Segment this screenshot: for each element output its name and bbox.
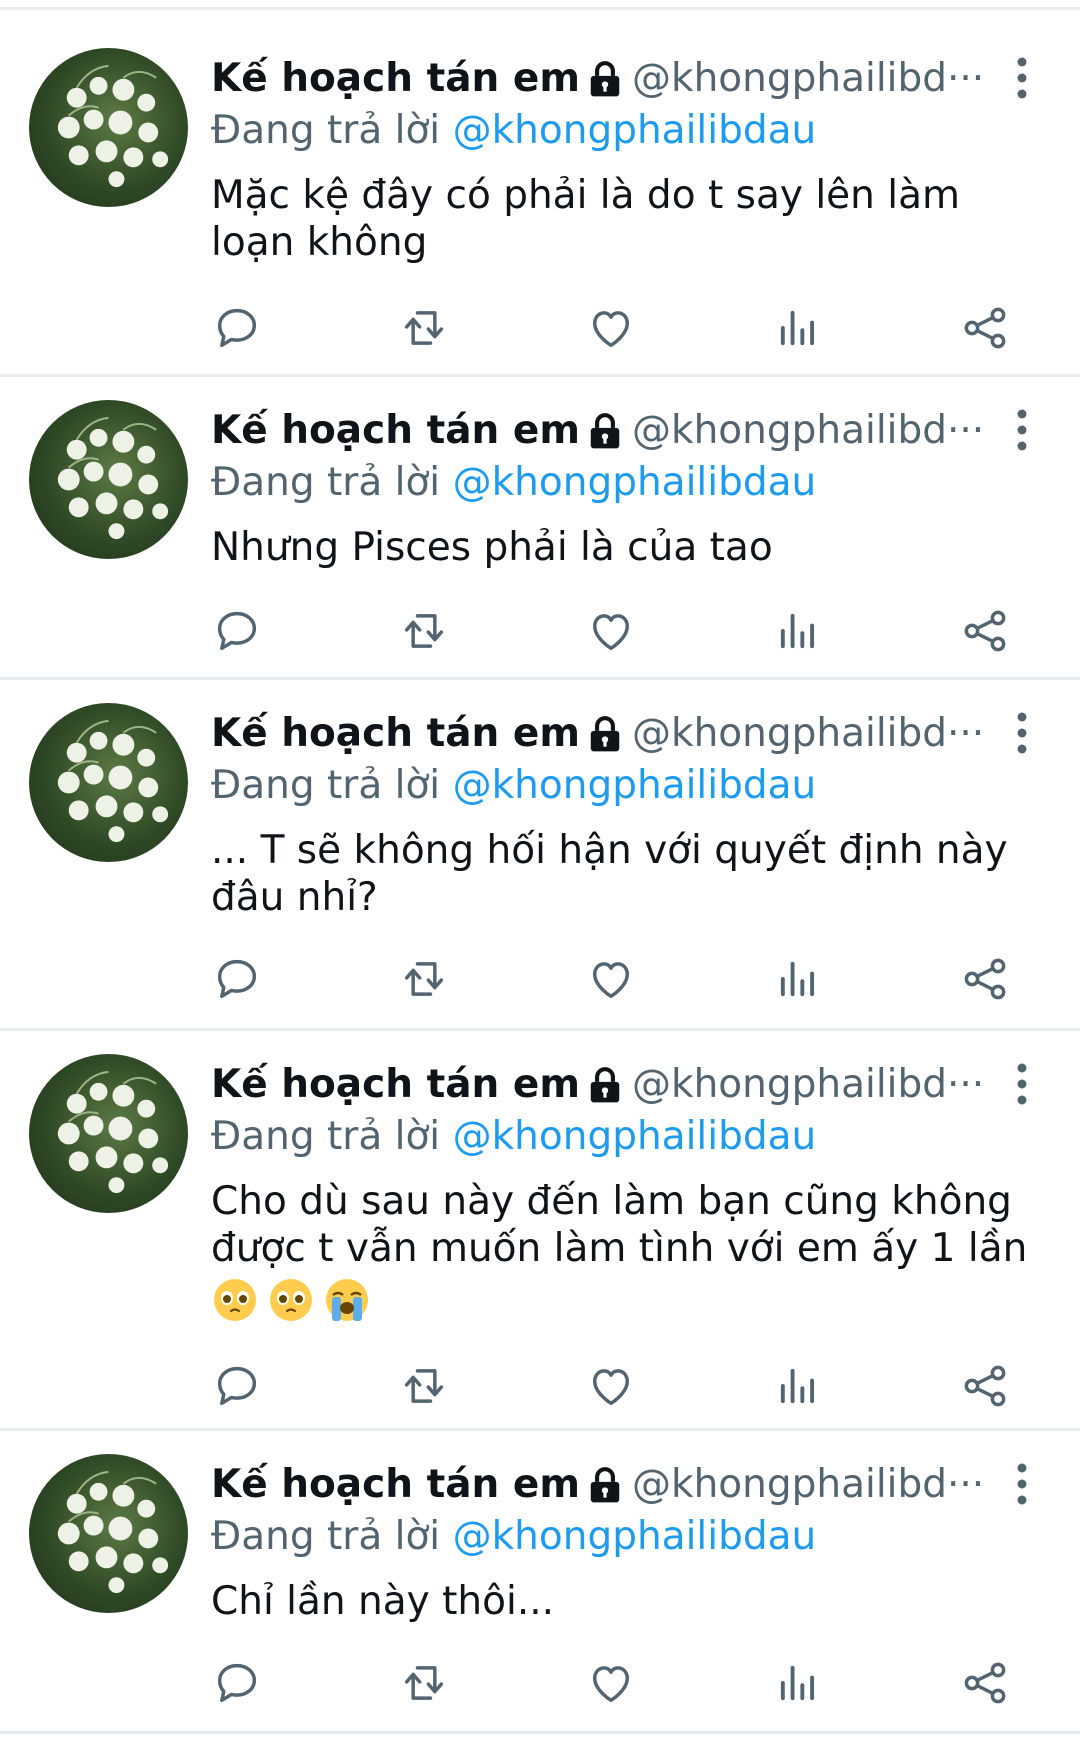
action-bar bbox=[211, 605, 1011, 665]
reply-prefix: Đang trả lời bbox=[211, 1114, 441, 1159]
tweet-text: ... T sẽ không hối hận với quyết định nà… bbox=[211, 828, 1008, 920]
reply-prefix: Đang trả lời bbox=[211, 108, 441, 153]
retweet-icon[interactable] bbox=[398, 605, 450, 657]
tweet-header: Kế hoạch tán em @khongphailibd··· bbox=[211, 711, 984, 761]
pleading-face-emoji bbox=[214, 1279, 256, 1321]
divider bbox=[0, 1028, 1080, 1031]
reply-mention-link[interactable]: @khongphailibdau bbox=[453, 1514, 817, 1559]
share-icon[interactable] bbox=[959, 302, 1011, 354]
lock-icon bbox=[590, 60, 620, 96]
reply-prefix: Đang trả lời bbox=[211, 763, 441, 808]
retweet-icon[interactable] bbox=[398, 1657, 450, 1709]
analytics-icon[interactable] bbox=[772, 1657, 824, 1709]
tweet-text: Nhưng Pisces phải là của tao bbox=[211, 525, 773, 570]
more-vertical-icon[interactable] bbox=[1002, 1054, 1042, 1114]
action-bar bbox=[211, 302, 1011, 362]
retweet-icon[interactable] bbox=[398, 302, 450, 354]
retweet-icon[interactable] bbox=[398, 953, 450, 1005]
reply-context: Đang trả lời @khongphailibdau bbox=[211, 108, 816, 153]
username[interactable]: @khongphailibd··· bbox=[632, 711, 984, 756]
reply-icon[interactable] bbox=[211, 1657, 263, 1709]
action-bar bbox=[211, 1360, 1011, 1420]
reply-mention-link[interactable]: @khongphailibdau bbox=[453, 108, 817, 153]
more-vertical-icon[interactable] bbox=[1002, 1454, 1042, 1514]
reply-mention-link[interactable]: @khongphailibdau bbox=[453, 763, 817, 808]
tweet-header: Kế hoạch tán em @khongphailibd··· bbox=[211, 1062, 984, 1112]
username[interactable]: @khongphailibd··· bbox=[632, 1462, 984, 1507]
emoji-row bbox=[211, 1276, 1051, 1324]
username[interactable]: @khongphailibd··· bbox=[632, 408, 984, 453]
tweet-text: Mặc kệ đây có phải là do t say lên làm l… bbox=[211, 173, 960, 265]
lock-icon bbox=[590, 715, 620, 751]
username[interactable]: @khongphailibd··· bbox=[632, 1062, 984, 1107]
reply-context: Đang trả lời @khongphailibdau bbox=[211, 763, 816, 808]
avatar[interactable] bbox=[29, 703, 188, 862]
more-vertical-icon[interactable] bbox=[1002, 703, 1042, 763]
reply-context: Đang trả lời @khongphailibdau bbox=[211, 1114, 816, 1159]
action-bar bbox=[211, 1657, 1011, 1717]
reply-context: Đang trả lời @khongphailibdau bbox=[211, 460, 816, 505]
like-icon[interactable] bbox=[585, 953, 637, 1005]
reply-mention-link[interactable]: @khongphailibdau bbox=[453, 1114, 817, 1159]
display-name[interactable]: Kế hoạch tán em bbox=[211, 56, 580, 101]
action-bar bbox=[211, 953, 1011, 1013]
analytics-icon[interactable] bbox=[772, 953, 824, 1005]
divider bbox=[0, 1428, 1080, 1431]
analytics-icon[interactable] bbox=[772, 302, 824, 354]
lock-icon bbox=[590, 412, 620, 448]
like-icon[interactable] bbox=[585, 1360, 637, 1412]
tweet-header: Kế hoạch tán em @khongphailibd··· bbox=[211, 1462, 984, 1512]
analytics-icon[interactable] bbox=[772, 605, 824, 657]
tweet-header: Kế hoạch tán em @khongphailibd··· bbox=[211, 56, 984, 106]
loudly-crying-face-emoji bbox=[326, 1279, 368, 1321]
analytics-icon[interactable] bbox=[772, 1360, 824, 1412]
avatar[interactable] bbox=[29, 1054, 188, 1213]
share-icon[interactable] bbox=[959, 1360, 1011, 1412]
reply-icon[interactable] bbox=[211, 953, 263, 1005]
share-icon[interactable] bbox=[959, 953, 1011, 1005]
display-name[interactable]: Kế hoạch tán em bbox=[211, 711, 580, 756]
reply-icon[interactable] bbox=[211, 1360, 263, 1412]
like-icon[interactable] bbox=[585, 1657, 637, 1709]
tweet-header: Kế hoạch tán em @khongphailibd··· bbox=[211, 408, 984, 458]
reply-icon[interactable] bbox=[211, 302, 263, 354]
display-name[interactable]: Kế hoạch tán em bbox=[211, 1462, 580, 1507]
tweet-text: Cho dù sau này đến làm bạn cũng không đư… bbox=[211, 1179, 1028, 1271]
share-icon[interactable] bbox=[959, 1657, 1011, 1709]
reply-mention-link[interactable]: @khongphailibdau bbox=[453, 460, 817, 505]
divider bbox=[0, 7, 1080, 10]
display-name[interactable]: Kế hoạch tán em bbox=[211, 1062, 580, 1107]
display-name[interactable]: Kế hoạch tán em bbox=[211, 408, 580, 453]
more-vertical-icon[interactable] bbox=[1002, 48, 1042, 108]
more-vertical-icon[interactable] bbox=[1002, 400, 1042, 460]
divider bbox=[0, 677, 1080, 680]
like-icon[interactable] bbox=[585, 605, 637, 657]
retweet-icon[interactable] bbox=[398, 1360, 450, 1412]
tweet-feed: Kế hoạch tán em @khongphailibd··· Đang tr… bbox=[0, 0, 1080, 1737]
tweet-text: Chỉ lần này thôi... bbox=[211, 1579, 555, 1624]
tweet-text-container: Cho dù sau này đến làm bạn cũng không đư… bbox=[211, 1178, 1051, 1324]
pleading-face-emoji bbox=[270, 1279, 312, 1321]
divider bbox=[0, 1731, 1080, 1734]
username[interactable]: @khongphailibd··· bbox=[632, 56, 984, 101]
reply-prefix: Đang trả lời bbox=[211, 460, 441, 505]
lock-icon bbox=[590, 1066, 620, 1102]
share-icon[interactable] bbox=[959, 605, 1011, 657]
lock-icon bbox=[590, 1466, 620, 1502]
avatar[interactable] bbox=[29, 48, 188, 207]
reply-icon[interactable] bbox=[211, 605, 263, 657]
divider bbox=[0, 374, 1080, 377]
like-icon[interactable] bbox=[585, 302, 637, 354]
avatar[interactable] bbox=[29, 400, 188, 559]
reply-context: Đang trả lời @khongphailibdau bbox=[211, 1514, 816, 1559]
avatar[interactable] bbox=[29, 1454, 188, 1613]
reply-prefix: Đang trả lời bbox=[211, 1514, 441, 1559]
